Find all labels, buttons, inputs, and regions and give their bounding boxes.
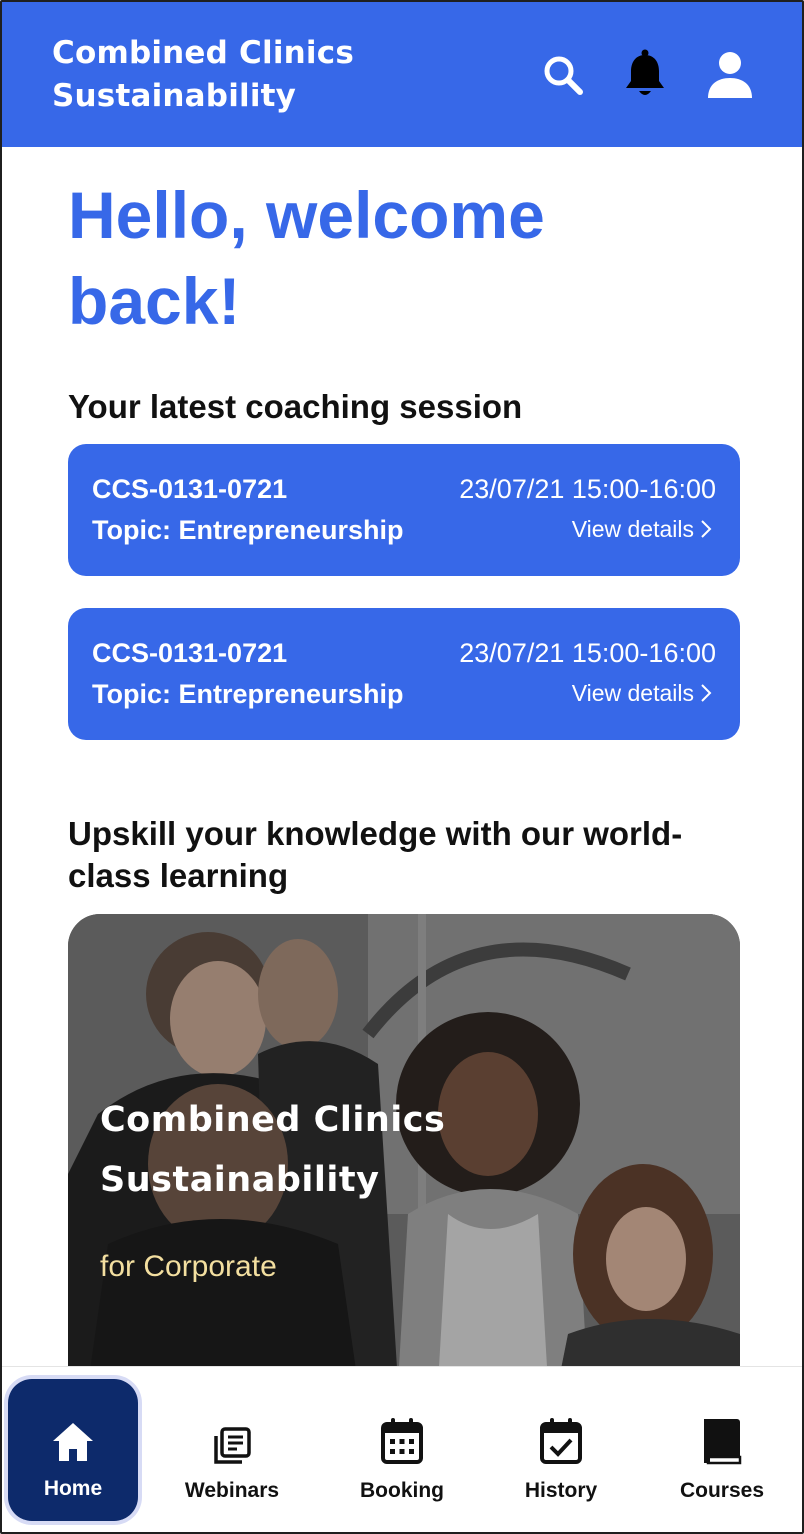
- nav-label-webinars: Webinars: [184, 1479, 280, 1502]
- banner-title-line-1: Combined Clinics: [100, 1100, 446, 1140]
- banner-title-line-2: Sustainability: [100, 1160, 380, 1200]
- nav-label-history: History: [524, 1479, 598, 1502]
- view-details-label: View details: [571, 516, 694, 542]
- nav-item-home[interactable]: Home: [8, 1379, 138, 1521]
- nav-item-history[interactable]: History: [496, 1381, 626, 1521]
- view-details-link[interactable]: View details: [572, 678, 712, 708]
- chevron-right-icon: [701, 684, 712, 702]
- welcome-line-2: back!: [68, 264, 241, 338]
- chevron-right-icon: [701, 520, 712, 538]
- corporate-course-banner[interactable]: Combined Clinics Sustainability for Corp…: [68, 914, 740, 1384]
- nav-label-courses: Courses: [679, 1479, 765, 1502]
- nav-item-booking[interactable]: Booking: [337, 1381, 467, 1521]
- app-header: Combined Clinics Sustainability: [2, 2, 802, 147]
- session-card[interactable]: CCS-0131-0721 Topic: Entrepreneurship 23…: [68, 608, 740, 740]
- view-details-label: View details: [571, 680, 694, 706]
- nav-label-booking: Booking: [360, 1479, 444, 1502]
- banner-title: Combined Clinics Sustainability: [100, 1090, 520, 1210]
- calendar-check-icon: [539, 1407, 583, 1465]
- webinars-icon: [213, 1407, 251, 1465]
- brand-line-2: Sustainability: [52, 78, 297, 114]
- session-datetime: 23/07/21 15:00-16:00: [459, 474, 716, 504]
- session-code: CCS-0131-0721: [92, 638, 288, 668]
- brand-title[interactable]: Combined Clinics Sustainability: [52, 32, 354, 118]
- banner-subtitle: for Corporate: [100, 1250, 277, 1283]
- nav-item-courses[interactable]: Courses: [657, 1381, 787, 1521]
- view-details-link[interactable]: View details: [572, 514, 712, 544]
- app-screen: Combined Clinics Sustainability Hello, w: [0, 0, 804, 1534]
- bell-icon[interactable]: [620, 49, 670, 100]
- calendar-icon: [380, 1407, 424, 1465]
- nav-label-home: Home: [43, 1477, 103, 1500]
- session-datetime: 23/07/21 15:00-16:00: [459, 638, 716, 668]
- session-card[interactable]: CCS-0131-0721 Topic: Entrepreneurship 23…: [68, 444, 740, 576]
- welcome-line-1: Hello, welcome: [68, 178, 545, 252]
- session-topic: Topic: Entrepreneurship: [92, 679, 404, 709]
- home-icon: [51, 1405, 95, 1463]
- book-icon: [700, 1407, 744, 1465]
- bottom-navigation: Home Webinars Booking History Courses: [2, 1366, 802, 1532]
- nav-item-webinars[interactable]: Webinars: [167, 1381, 297, 1521]
- welcome-heading: Hello, welcome back!: [68, 172, 748, 344]
- sessions-section-title: Your latest coaching session: [68, 388, 523, 425]
- learning-section-title: Upskill your knowledge with our world-cl…: [68, 815, 683, 894]
- search-icon[interactable]: [538, 50, 588, 100]
- brand-line-1: Combined Clinics: [52, 35, 354, 71]
- session-topic: Topic: Entrepreneurship: [92, 515, 404, 545]
- session-code: CCS-0131-0721: [92, 474, 288, 504]
- user-icon[interactable]: [705, 50, 755, 100]
